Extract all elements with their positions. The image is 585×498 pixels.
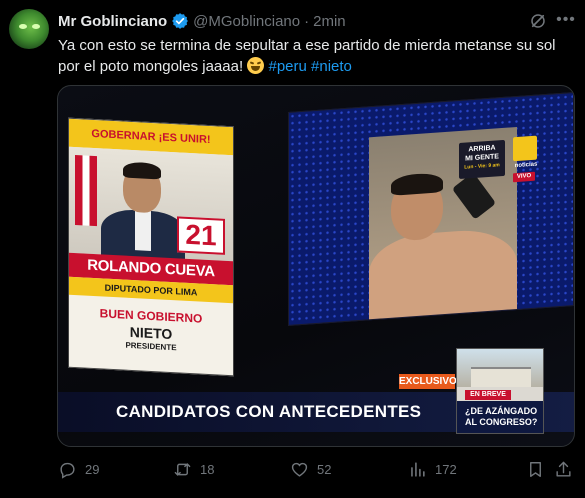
campaign-poster: GOBERNAR ¡ES UNIR! 21 ROLANDO CUEVA DIPU…	[68, 117, 234, 377]
tweet-header: Mr Goblinciano @MGoblinciano · 2min	[58, 11, 545, 31]
views-chart-icon	[411, 461, 425, 477]
video-gun	[451, 172, 497, 220]
avatar[interactable]	[9, 9, 49, 49]
avatar-eye	[19, 24, 27, 29]
separator-dot: ·	[304, 12, 310, 30]
breve-line1: ¿DE AZÁNGADO	[465, 406, 538, 416]
network-logo-icon	[513, 135, 537, 162]
view-count: 172	[435, 461, 457, 477]
reply-count: 29	[85, 461, 100, 477]
breve-question: ¿DE AZÁNGADO AL CONGRESO?	[457, 401, 543, 433]
share-button[interactable]	[554, 458, 573, 480]
tweet-text: Ya con esto se termina de sepultar a ese…	[58, 35, 573, 77]
like-button[interactable]: 52	[290, 458, 331, 480]
tweet-body: Ya con esto se termina de sepultar a ese…	[58, 37, 556, 75]
author-name[interactable]: Mr Goblinciano	[58, 13, 167, 30]
congress-building	[471, 367, 531, 387]
views-button[interactable]: 172	[408, 458, 457, 480]
action-bar: 29 18 52 172	[58, 458, 578, 480]
breve-line2: AL CONGRESO?	[465, 417, 538, 427]
bookmark-button[interactable]	[526, 458, 545, 480]
like-count: 52	[317, 461, 332, 477]
avatar-eye	[32, 24, 40, 29]
exclusive-badge: EXCLUSIVO	[399, 374, 457, 389]
reply-icon	[60, 462, 75, 479]
show-schedule: Lun - Vie: 9 am	[464, 162, 500, 171]
poster-photo: 21	[69, 146, 233, 263]
live-badge: VIVO	[513, 171, 535, 183]
video-person-body	[369, 226, 517, 326]
breve-image	[457, 349, 543, 387]
candidate-number: 21	[177, 216, 225, 255]
bookmark-icon	[530, 461, 541, 477]
network-label: noticias	[514, 161, 538, 170]
repost-icon	[174, 462, 191, 476]
verified-badge-icon[interactable]	[171, 12, 189, 30]
peru-flag-icon	[75, 155, 97, 227]
repost-button[interactable]: 18	[173, 458, 214, 480]
laughing-emoji-icon	[247, 57, 265, 74]
show-logo: ARRIBA MI GENTE Lun - Vie: 9 am	[459, 139, 505, 180]
candidate-hair	[123, 161, 161, 180]
candidate-shirt	[135, 210, 151, 251]
breve-label: EN BREVE	[465, 390, 511, 400]
author-handle[interactable]: @MGoblinciano	[193, 13, 300, 30]
repost-count: 18	[200, 461, 215, 477]
video-person-hair	[391, 172, 443, 196]
tweet-media[interactable]: GOBERNAR ¡ES UNIR! 21 ROLANDO CUEVA DIPU…	[57, 85, 575, 447]
more-options-icon[interactable]: •••	[556, 10, 576, 30]
reply-button[interactable]: 29	[58, 458, 99, 480]
grok-icon[interactable]	[529, 12, 547, 30]
tweet[interactable]: Mr Goblinciano @MGoblinciano · 2min ••• …	[0, 0, 585, 498]
timestamp[interactable]: 2min	[313, 13, 346, 30]
heart-icon	[291, 462, 308, 477]
breve-card: EN BREVE ¿DE AZÁNGADO AL CONGRESO?	[456, 348, 544, 434]
hashtag-peru[interactable]: #peru	[268, 58, 306, 75]
broadcast-screen: ARRIBA MI GENTE Lun - Vie: 9 am noticias…	[288, 92, 574, 326]
share-icon	[556, 461, 571, 477]
chyron-headline: CANDIDATOS CON ANTECEDENTES	[116, 402, 422, 421]
hashtag-nieto[interactable]: #nieto	[311, 58, 352, 75]
